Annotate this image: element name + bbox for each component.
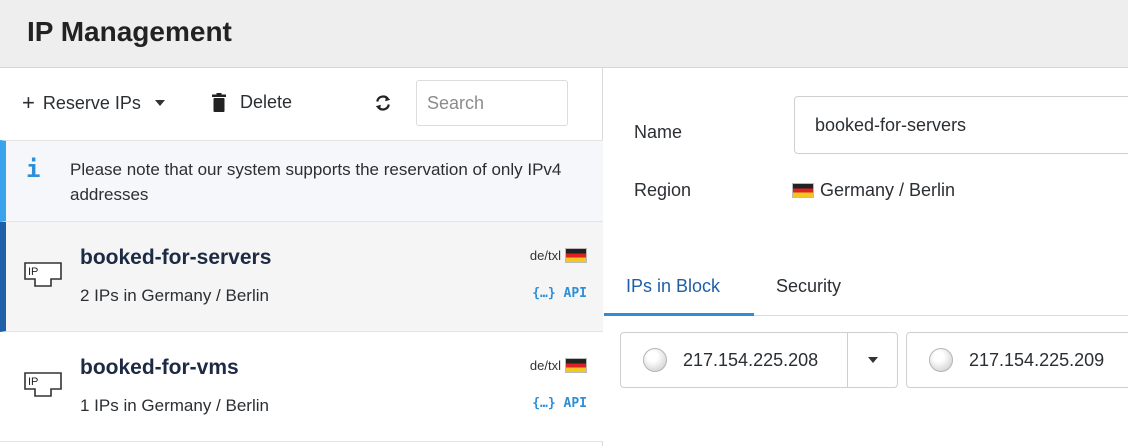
title-bar: IP Management [0,0,1128,68]
ip-radio[interactable] [643,348,667,372]
list-toolbar: + Reserve IPs Delete [0,68,603,140]
svg-text:IP: IP [28,266,38,278]
location-badge: de/txl [530,358,587,373]
ip-address-item: 217.154.225.208 [620,332,898,388]
ip-block-details: Name Region Germany / Berlin IPs in Bloc… [604,68,1128,446]
refresh-icon[interactable] [374,94,392,112]
location-code: de/txl [529,358,561,373]
ip-address-item: 217.154.225.209 [906,332,1128,388]
page-title: IP Management [27,16,232,47]
plus-icon: + [22,90,35,115]
delete-label: Delete [240,92,293,112]
ip-block-icon: IP [24,372,62,397]
trash-icon [212,93,226,112]
ip-actions-dropdown[interactable] [847,333,897,387]
item-name: booked-for-servers [80,246,272,269]
name-field[interactable] [794,96,1128,154]
search-input[interactable] [416,80,568,126]
chevron-down-icon[interactable] [154,100,165,106]
ip-radio[interactable] [929,348,953,372]
reserve-ips-label: Reserve IPs [42,92,141,113]
details-tabs: IPs in Block Security [604,268,1128,316]
name-label: Name [634,122,683,142]
item-name: booked-for-vms [80,356,239,379]
region-value: Germany / Berlin [792,180,955,201]
germany-flag-icon [565,358,587,373]
ip-block-icon: IP [24,262,62,287]
location-code: de/txl [529,248,561,263]
list-item-booked-for-vms[interactable]: IP booked-for-vms 1 IPs in Germany / Ber… [0,332,603,442]
tab-ips-in-block[interactable]: IPs in Block [604,276,754,316]
ip-address: 217.154.225.209 [969,349,1105,370]
region-text: Germany / Berlin [820,180,956,200]
svg-text:IP: IP [28,376,38,388]
region-label: Region [634,180,692,200]
list-item-booked-for-servers[interactable]: IP booked-for-servers 2 IPs in Germany /… [0,222,603,332]
ip-block-list-pane: + Reserve IPs Delete i Please note that … [0,68,603,446]
chevron-down-icon [868,357,878,363]
germany-flag-icon [565,248,587,263]
notice-text: Please note that our system supports the… [70,160,562,204]
ipv4-notice: i Please note that our system supports t… [0,140,603,222]
delete-button[interactable]: Delete [212,92,292,113]
germany-flag-icon [792,183,814,198]
api-link[interactable]: {…} API [532,286,587,301]
ip-address: 217.154.225.208 [683,349,819,370]
item-subtitle: 1 IPs in Germany / Berlin [80,396,269,415]
reserve-ips-button[interactable]: + Reserve IPs [22,92,165,114]
location-badge: de/txl [530,248,587,263]
item-subtitle: 2 IPs in Germany / Berlin [80,286,269,305]
tab-security[interactable]: Security [776,276,841,316]
api-link[interactable]: {…} API [532,396,587,411]
info-icon: i [26,155,41,183]
